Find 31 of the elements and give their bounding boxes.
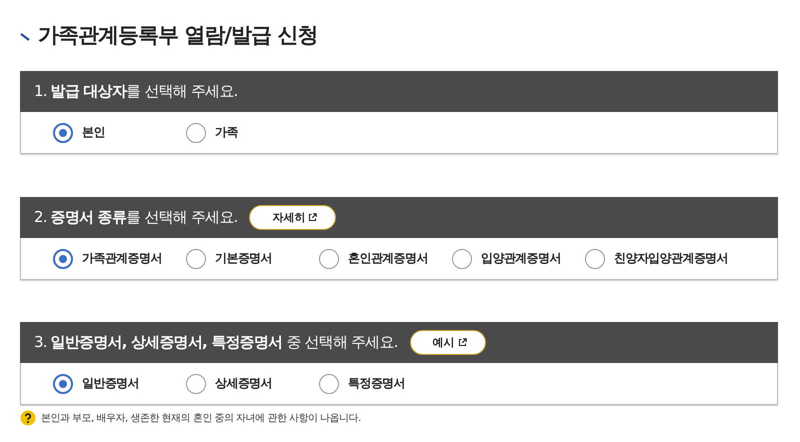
radio-button[interactable] [186,248,206,268]
radio-button[interactable] [186,374,206,394]
radio-option[interactable]: 특정증명서 [319,374,452,394]
radio-option[interactable]: 가족관계증명서 [53,248,186,268]
radio-option[interactable]: 가족 [186,122,319,142]
radio-option[interactable]: 혼인관계증명서 [319,248,452,268]
radio-option[interactable]: 친양자입양관계증명서 [585,248,728,268]
page-title: 가족관계등록부 열람/발급 신청 [38,22,318,49]
note-text: 본인과 부모, 배우자, 생존한 현재의 혼인 중의 자녀에 관한 사항이 나옵니다. [41,412,361,425]
radio-button[interactable] [452,248,472,268]
radio-option[interactable]: 일반증명서 [53,374,186,394]
section-heading: 1. 발급 대상자를 선택해 주세요. [34,82,238,101]
section-heading: 2. 증명서 종류를 선택해 주세요. [34,208,238,227]
radio-button[interactable] [53,374,73,394]
radio-button[interactable] [53,248,73,268]
radio-button[interactable] [53,122,73,142]
radio-button[interactable] [585,248,605,268]
external-link-icon [458,338,467,347]
radio-option[interactable]: 입양관계증명서 [452,248,585,268]
help-icon [20,410,36,426]
details-button[interactable]: 자세히 [249,205,336,230]
radio-button[interactable] [319,248,339,268]
radio-option[interactable]: 기본증명서 [186,248,319,268]
slash-icon [20,33,30,41]
radio-option[interactable]: 본인 [53,122,186,142]
radio-button[interactable] [186,122,206,142]
details-button[interactable]: 예시 [410,330,486,355]
section-heading: 3. 일반증명서, 상세증명서, 특정증명서 중 선택해 주세요. [34,333,398,352]
radio-option[interactable]: 상세증명서 [186,374,319,394]
external-link-icon [308,213,318,222]
radio-button[interactable] [319,374,339,394]
